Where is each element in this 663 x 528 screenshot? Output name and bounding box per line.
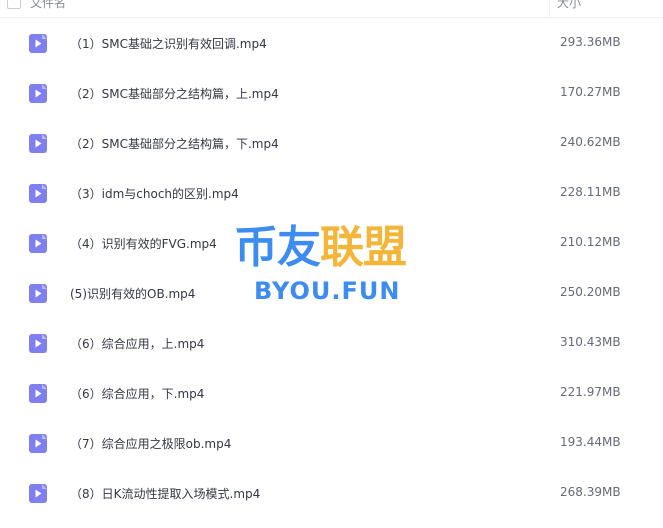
file-list-page: 文件名 大小 （1）SMC基础之识别有效回调.mp4 293.36MB （2）SMC… — [0, 0, 663, 528]
video-file-icon — [29, 284, 47, 303]
list-header: 文件名 大小 — [0, 0, 663, 18]
file-name[interactable]: （1）SMC基础之识别有效回调.mp4 — [70, 35, 267, 52]
watermark-logo-char: 盟 — [363, 222, 407, 273]
video-file-icon — [29, 134, 47, 153]
watermark-logo: 币友联盟 — [234, 221, 407, 275]
file-size: 193.44MB — [560, 435, 621, 449]
file-name[interactable]: (5)识别有效的OB.mp4 — [70, 285, 195, 302]
watermark-url: BYOU.FUN — [254, 277, 401, 305]
watermark-logo-char: 联 — [320, 222, 364, 273]
video-file-icon — [29, 234, 47, 253]
file-row[interactable]: （2）SMC基础部分之结构篇，下.mp4 240.62MB — [0, 118, 663, 168]
file-size: 268.39MB — [560, 485, 621, 499]
video-file-icon — [29, 184, 47, 203]
file-name[interactable]: （6）综合应用，下.mp4 — [70, 385, 204, 402]
column-header-name[interactable]: 文件名 — [30, 0, 66, 11]
column-header-size[interactable]: 大小 — [557, 0, 581, 11]
video-file-icon — [29, 434, 47, 453]
file-row[interactable]: （3）idm与choch的区别.mp4 228.11MB — [0, 168, 663, 218]
file-name[interactable]: （3）idm与choch的区别.mp4 — [70, 185, 239, 202]
file-size: 293.36MB — [560, 35, 621, 49]
video-file-icon — [29, 384, 47, 403]
file-size: 228.11MB — [560, 185, 621, 199]
file-name[interactable]: （8）日K流动性提取入场模式.mp4 — [70, 485, 260, 502]
video-file-icon — [29, 84, 47, 103]
file-row[interactable]: （6）综合应用，下.mp4 221.97MB — [0, 368, 663, 418]
watermark-logo-char: 友 — [277, 222, 321, 273]
video-file-icon — [29, 484, 47, 503]
video-file-icon — [29, 334, 47, 353]
file-row[interactable]: （6）综合应用，上.mp4 310.43MB — [0, 318, 663, 368]
watermark-logo-char: 币 — [234, 222, 278, 273]
file-size: 310.43MB — [560, 335, 621, 349]
file-row[interactable]: （2）SMC基础部分之结构篇，上.mp4 170.27MB — [0, 68, 663, 118]
column-divider[interactable] — [549, 0, 550, 17]
file-row[interactable]: （8）日K流动性提取入场模式.mp4 268.39MB — [0, 468, 663, 518]
file-row[interactable]: （1）SMC基础之识别有效回调.mp4 293.36MB — [0, 18, 663, 68]
file-size: 221.97MB — [560, 385, 621, 399]
file-name[interactable]: （4）识别有效的FVG.mp4 — [70, 235, 217, 252]
file-name[interactable]: （2）SMC基础部分之结构篇，上.mp4 — [70, 85, 279, 102]
select-all-checkbox[interactable] — [7, 0, 21, 9]
file-size: 210.12MB — [560, 235, 621, 249]
file-size: 240.62MB — [560, 135, 621, 149]
video-file-icon — [29, 34, 47, 53]
watermark: 币友联盟 BYOU.FUN — [229, 221, 429, 311]
file-row[interactable]: （7）综合应用之极限ob.mp4 193.44MB — [0, 418, 663, 468]
file-size: 170.27MB — [560, 85, 621, 99]
file-size: 250.20MB — [560, 285, 621, 299]
file-name[interactable]: （7）综合应用之极限ob.mp4 — [70, 435, 231, 452]
file-name[interactable]: （6）综合应用，上.mp4 — [70, 335, 204, 352]
file-name[interactable]: （2）SMC基础部分之结构篇，下.mp4 — [70, 135, 279, 152]
